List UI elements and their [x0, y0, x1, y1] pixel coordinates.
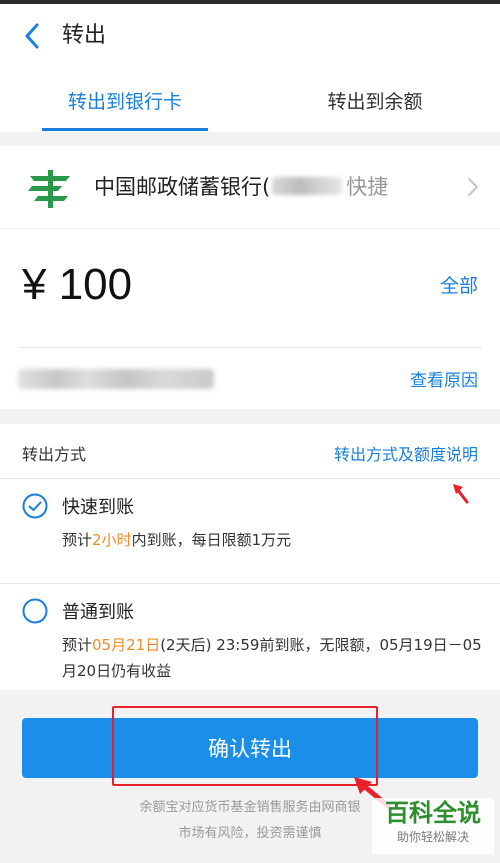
transfer-method-panel: 转出方式 转出方式及额度说明 快速到账 预计2小时内到账，每日限额1万元 普通到… — [0, 424, 500, 690]
postal-bank-logo-icon — [28, 170, 70, 208]
desc-highlight: 05月21日 — [92, 636, 161, 654]
method-info-link[interactable]: 转出方式及额度说明 — [334, 441, 478, 465]
option-title: 普通到账 — [62, 602, 134, 623]
transfer-method-label: 转出方式 — [22, 445, 87, 464]
option-title: 快速到账 — [62, 497, 134, 518]
annotation-highlight-box — [112, 706, 378, 786]
active-tab-indicator — [42, 128, 208, 131]
desc-highlight: 2小时 — [92, 531, 132, 549]
amount-input[interactable]: ¥ 100 — [22, 255, 132, 315]
chevron-left-icon — [25, 23, 39, 49]
desc-prefix: 预计 — [62, 636, 93, 654]
annotation-arrow-icon — [453, 484, 469, 504]
watermark-logo: 百科全说 助你轻松解决 — [372, 798, 494, 854]
option-fast-arrival[interactable]: 快速到账 预计2小时内到账，每日限额1万元 — [0, 479, 500, 583]
back-button[interactable] — [18, 22, 46, 50]
option-normal-arrival[interactable]: 普通到账 预计05月21日(2天后) 23:59前到账，无限额，05月19日－0… — [0, 584, 500, 690]
radio-checked-icon[interactable] — [22, 493, 48, 519]
divider — [18, 347, 482, 348]
tab-to-bank-card[interactable]: 转出到银行卡 — [0, 72, 250, 132]
radio-unchecked-icon[interactable] — [22, 598, 48, 624]
all-amount-link[interactable]: 全部 — [440, 271, 478, 298]
bank-card-type: 快捷 — [346, 175, 389, 199]
bank-name-text: 中国邮政储蓄银行( — [94, 175, 271, 199]
masked-card-number — [272, 177, 343, 195]
option-description: 预计2小时内到账，每日限额1万元 — [62, 527, 482, 553]
bank-card-selector[interactable]: 中国邮政储蓄银行( 快捷 — [0, 146, 500, 228]
desc-suffix: 内到账，每日限额1万元 — [131, 531, 292, 549]
option-description: 预计05月21日(2天后) 23:59前到账，无限额，05月19日－05月20日… — [62, 632, 482, 684]
view-reason-link[interactable]: 查看原因 — [410, 366, 478, 391]
amount-panel: ¥ 100 全部 查看原因 — [0, 229, 500, 409]
tab-bar: 转出到银行卡 转出到余额 — [0, 72, 500, 132]
desc-prefix: 预计 — [62, 531, 93, 549]
masked-info-text — [18, 369, 214, 389]
chevron-right-icon — [468, 178, 478, 196]
nav-header: 转出 — [0, 4, 500, 72]
watermark-subtitle: 助你轻松解决 — [396, 830, 469, 844]
tab-to-balance[interactable]: 转出到余额 — [250, 72, 500, 132]
page-title: 转出 — [62, 23, 107, 48]
watermark-title: 百科全说 — [385, 799, 481, 827]
bank-name: 中国邮政储蓄银行( 快捷 — [94, 171, 388, 201]
